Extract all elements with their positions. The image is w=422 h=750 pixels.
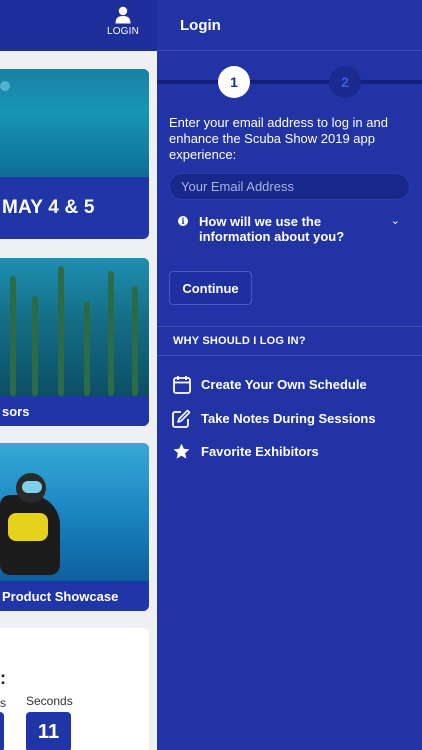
calendar-icon	[172, 375, 191, 395]
stepper-line	[157, 80, 422, 84]
seconds-value: 11	[26, 712, 71, 750]
intro-text: Enter your email address to log in and e…	[169, 115, 388, 162]
login-label: LOGIN	[106, 26, 140, 37]
countdown-colon: :	[0, 668, 6, 688]
stepper: 1 2	[157, 51, 422, 113]
chevron-down-icon[interactable]: ⌄	[391, 214, 400, 227]
edit-note-icon	[172, 409, 191, 428]
seconds-label: Seconds	[26, 694, 73, 708]
info-question: How will we use the information about yo…	[199, 214, 345, 244]
continue-button[interactable]: Continue	[169, 271, 252, 305]
login-panel: Login 1 2 Enter your email address to lo…	[157, 0, 422, 750]
step-1: 1	[218, 66, 250, 98]
card-caption: Product Showcase	[0, 581, 149, 611]
diver-image	[0, 443, 149, 581]
login-button[interactable]: LOGIN	[105, 6, 141, 37]
event-dates-card[interactable]: MAY 4 & 5	[0, 69, 149, 239]
info-disclosure[interactable]: i How will we use the information about …	[169, 214, 410, 248]
step-2: 2	[329, 66, 361, 98]
benefit-item: Favorite Exhibitors	[157, 435, 422, 469]
why-login-heading: WHY SHOULD I LOG IN?	[157, 326, 422, 356]
star-icon	[172, 442, 191, 461]
benefit-label: Favorite Exhibitors	[201, 444, 319, 460]
countdown-label-fragment: s	[0, 696, 6, 710]
product-showcase-card[interactable]: Product Showcase	[0, 443, 149, 611]
benefits-list: Create Your Own Schedule Take Notes Duri…	[157, 368, 422, 469]
panel-title: Login	[157, 0, 422, 51]
underwater-image	[0, 69, 149, 177]
countdown-box-partial	[0, 712, 4, 750]
benefit-item: Take Notes During Sessions	[157, 402, 422, 436]
card-caption: MAY 4 & 5	[2, 197, 95, 218]
background-app: LOGIN MAY 4 & 5 sors Product Showcase : …	[0, 0, 157, 750]
benefit-item: Create Your Own Schedule	[157, 368, 422, 402]
kelp-forest-image	[0, 258, 149, 396]
top-bar: LOGIN	[0, 0, 157, 51]
user-icon	[115, 6, 131, 24]
email-input[interactable]	[181, 179, 409, 194]
email-field[interactable]	[169, 173, 410, 200]
info-icon: i	[178, 216, 188, 226]
benefit-label: Create Your Own Schedule	[201, 377, 367, 393]
sponsors-card[interactable]: sors	[0, 258, 149, 426]
card-caption: sors	[0, 396, 149, 426]
benefit-label: Take Notes During Sessions	[201, 410, 376, 426]
countdown-card: : s Seconds 11	[0, 628, 149, 750]
